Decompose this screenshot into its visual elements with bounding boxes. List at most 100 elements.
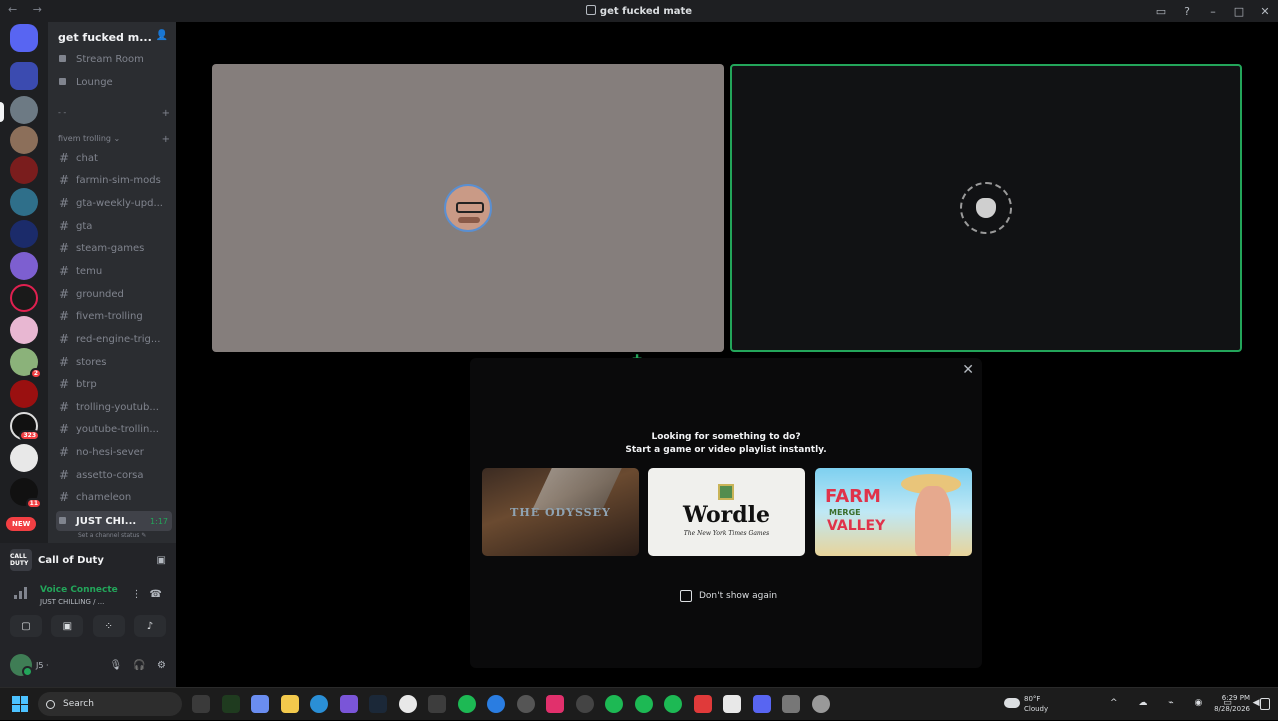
guild-avatar[interactable] xyxy=(10,284,38,312)
guild-avatar[interactable] xyxy=(10,380,38,408)
app-icon[interactable] xyxy=(398,695,417,713)
add-channel-icon[interactable]: + xyxy=(162,108,170,119)
text-channel[interactable]: # farmin-sim-mods xyxy=(56,170,172,190)
app-icon[interactable] xyxy=(516,695,535,713)
voice-channel-stream-room[interactable]: Stream Room xyxy=(56,49,172,69)
windows-start-icon[interactable] xyxy=(12,696,28,712)
activity-card-farm-merge-valley[interactable]: FARM MERGE VALLEY xyxy=(815,468,972,556)
discord-icon[interactable] xyxy=(752,695,771,713)
category-fivem-trolling[interactable]: fivem trolling ⌄ + xyxy=(58,134,170,145)
weather-temperature[interactable]: 80°F xyxy=(1024,695,1040,703)
clock-time[interactable]: 6:29 PM xyxy=(1222,694,1250,702)
soundboard-icon[interactable]: ♪ xyxy=(133,615,166,637)
notification-icon[interactable] xyxy=(1260,698,1270,710)
app-icon[interactable] xyxy=(782,695,800,713)
text-channel[interactable]: # no-hesi-sever xyxy=(56,442,172,462)
steam-icon[interactable] xyxy=(369,695,387,713)
text-channel[interactable]: # fivem-trolling xyxy=(56,306,172,326)
app-icon[interactable] xyxy=(693,695,712,713)
text-channel[interactable]: # gta xyxy=(56,216,172,236)
activities-icon[interactable]: ⁘ xyxy=(92,615,125,637)
channel-status-hint[interactable]: Set a channel status ✎ xyxy=(78,532,146,539)
voice-channel-active[interactable]: JUST CHI... 1:17 xyxy=(56,511,172,531)
app-icon[interactable] xyxy=(664,695,682,713)
guild-avatar[interactable] xyxy=(10,252,38,280)
guild-avatar[interactable]: 2 xyxy=(10,348,42,379)
app-icon[interactable] xyxy=(487,695,505,713)
headphones-icon[interactable]: 🎧 xyxy=(133,660,145,671)
text-channel[interactable]: # assetto-corsa xyxy=(56,465,172,485)
text-channel[interactable]: # temu xyxy=(56,261,172,281)
checkbox-icon[interactable] xyxy=(680,590,692,602)
guild-avatar[interactable]: 323 xyxy=(10,412,40,441)
minimize-button[interactable]: – xyxy=(1200,5,1226,18)
voice-channel-lounge[interactable]: Lounge xyxy=(56,72,172,92)
store-icon[interactable] xyxy=(428,695,446,713)
category-blank[interactable]: - - + xyxy=(58,108,170,119)
inbox-icon[interactable]: ▭ xyxy=(1148,5,1174,18)
participant-tile-speaking[interactable] xyxy=(730,64,1242,352)
close-button[interactable]: ✕ xyxy=(1252,5,1278,18)
app-icon[interactable] xyxy=(575,695,594,713)
app-icon[interactable] xyxy=(634,695,653,713)
copilot-icon[interactable] xyxy=(251,695,269,713)
text-channel[interactable]: # trolling-youtub... xyxy=(56,397,172,417)
camera-off-icon[interactable]: ▢ xyxy=(10,615,42,637)
text-channel[interactable]: # chat xyxy=(56,148,172,168)
screen-share-icon[interactable]: ▣ xyxy=(51,615,84,637)
voice-connection-title[interactable]: Voice Connecte xyxy=(40,585,118,595)
new-badge[interactable]: NEW xyxy=(6,517,37,531)
activity-settings-icon[interactable]: ▣ xyxy=(157,555,166,566)
text-channel[interactable]: # steam-games xyxy=(56,238,172,258)
close-icon[interactable]: ✕ xyxy=(962,362,974,378)
add-channel-icon[interactable]: + xyxy=(162,134,170,145)
user-name[interactable]: J5 · xyxy=(36,661,49,670)
help-icon[interactable]: ? xyxy=(1174,5,1200,18)
dont-show-again-checkbox[interactable]: Don't show again xyxy=(680,590,777,602)
text-channel[interactable]: # gta-weekly-upd... xyxy=(56,193,172,213)
maximize-button[interactable]: □ xyxy=(1226,5,1252,18)
app-icon[interactable] xyxy=(811,695,830,713)
app-icon[interactable] xyxy=(605,695,623,713)
participant-tile[interactable] xyxy=(212,64,724,352)
app-icon[interactable] xyxy=(221,695,240,713)
guild-avatar[interactable] xyxy=(10,316,38,344)
gear-icon[interactable]: ⚙ xyxy=(157,660,166,671)
server-header[interactable]: get fucked m... ⌄ 👤 xyxy=(48,22,176,52)
taskbar-search[interactable]: Search xyxy=(38,692,182,716)
text-channel[interactable]: # chameleon xyxy=(56,487,172,507)
text-channel[interactable]: # youtube-trollin... xyxy=(56,419,172,439)
edge-icon[interactable] xyxy=(310,695,328,713)
noise-suppression-icon[interactable]: ⋮ xyxy=(132,589,142,600)
disconnect-icon[interactable]: ☎ xyxy=(150,589,162,600)
clock-date[interactable]: 8/28/2026 xyxy=(1214,705,1250,713)
activity-row[interactable]: CALL DUTY Call of Duty ▣ xyxy=(10,548,166,572)
guild-avatar[interactable] xyxy=(10,156,38,184)
activity-card-odyssey[interactable]: THE ODYSSEY xyxy=(482,468,639,556)
direct-messages-icon[interactable] xyxy=(10,62,38,90)
app-icon[interactable] xyxy=(339,695,358,713)
microphone-icon[interactable]: 🎙 xyxy=(110,660,123,671)
file-explorer-icon[interactable] xyxy=(280,695,299,713)
guild-avatar[interactable] xyxy=(10,188,38,216)
guild-avatar[interactable] xyxy=(10,220,38,248)
text-channel[interactable]: # stores xyxy=(56,352,172,372)
text-channel[interactable]: # grounded xyxy=(56,284,172,304)
activity-card-wordle[interactable]: Wordle The New York Times Games xyxy=(648,468,805,556)
weather-condition[interactable]: Cloudy xyxy=(1024,705,1048,713)
tiktok-icon[interactable] xyxy=(546,695,564,713)
cloud-icon[interactable] xyxy=(1004,698,1020,708)
invite-people-icon[interactable]: 👤 xyxy=(156,30,168,41)
spotify-icon[interactable] xyxy=(457,695,476,713)
text-channel[interactable]: # btrp xyxy=(56,374,172,394)
text-channel[interactable]: # red-engine-trig... xyxy=(56,329,172,349)
guild-avatar[interactable] xyxy=(10,96,38,124)
app-icon[interactable] xyxy=(723,695,741,713)
voice-connection-subtitle[interactable]: JUST CHILLING / ... xyxy=(40,598,104,606)
guild-avatar[interactable] xyxy=(10,444,38,472)
guild-avatar[interactable] xyxy=(10,126,38,154)
discord-home-icon[interactable] xyxy=(10,24,38,52)
avatar[interactable] xyxy=(10,654,33,677)
task-view-icon[interactable] xyxy=(192,695,210,713)
guild-avatar[interactable]: 11 xyxy=(10,478,42,509)
